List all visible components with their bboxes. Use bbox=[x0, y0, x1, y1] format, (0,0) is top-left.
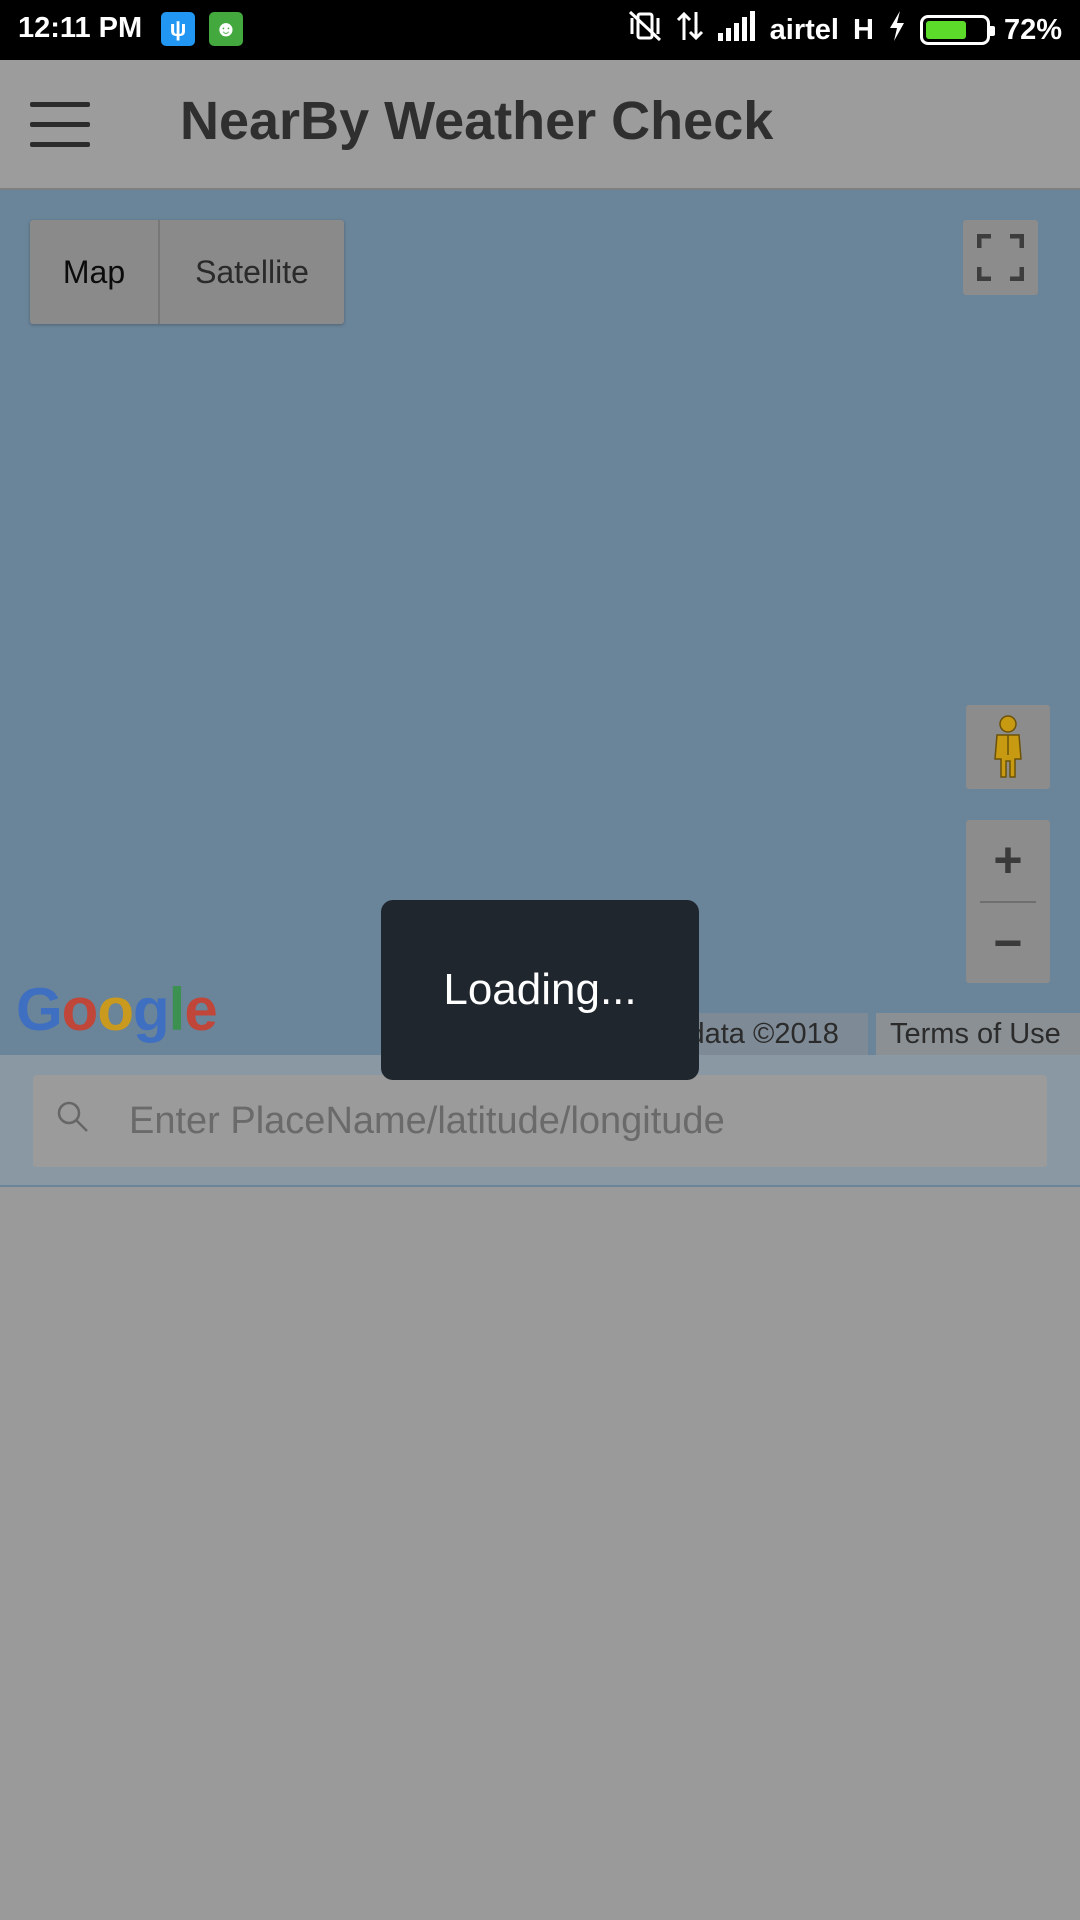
usb-notification-icon: ψ bbox=[161, 12, 195, 46]
zoom-control: + − bbox=[966, 820, 1050, 983]
signal-icon bbox=[717, 11, 756, 49]
search-input[interactable]: Enter PlaceName/latitude/longitude bbox=[129, 1075, 1029, 1167]
status-bar: 12:11 PM ψ ☻ airtel H 72% bbox=[0, 0, 1080, 60]
street-view-pegman-button[interactable] bbox=[966, 705, 1050, 789]
battery-icon bbox=[919, 15, 995, 45]
page-title: NearBy Weather Check bbox=[180, 91, 774, 151]
map-type-map-button[interactable]: Map bbox=[30, 220, 160, 324]
loading-toast: Loading... bbox=[381, 900, 699, 1080]
charging-bolt-icon bbox=[888, 11, 906, 49]
zoom-out-button[interactable]: − bbox=[966, 903, 1050, 983]
battery-percent: 72% bbox=[1003, 13, 1062, 46]
content-area bbox=[0, 1187, 1080, 1920]
zoom-in-button[interactable]: + bbox=[966, 820, 1050, 901]
map-type-control: Map Satellite bbox=[30, 220, 344, 324]
data-arrows-icon bbox=[676, 10, 704, 50]
status-time: 12:11 PM bbox=[18, 12, 143, 44]
map-type-satellite-button[interactable]: Satellite bbox=[160, 220, 344, 324]
app-bar: NearBy Weather Check bbox=[0, 60, 1080, 190]
pegman-icon bbox=[994, 715, 1022, 778]
google-logo: Google bbox=[16, 976, 218, 1043]
search-box[interactable]: Enter PlaceName/latitude/longitude bbox=[33, 1075, 1047, 1167]
status-right-group: airtel H 72% bbox=[628, 8, 1062, 52]
carrier-name: airtel bbox=[769, 13, 839, 46]
fullscreen-button[interactable] bbox=[963, 220, 1038, 295]
search-icon bbox=[57, 1101, 88, 1132]
battery-fill bbox=[925, 21, 967, 39]
terms-of-use-link[interactable]: Terms of Use bbox=[876, 1013, 1080, 1055]
android-notification-icon: ☻ bbox=[209, 12, 243, 46]
menu-icon[interactable] bbox=[30, 102, 90, 148]
fullscreen-icon bbox=[977, 234, 1024, 281]
vibrate-off-icon bbox=[628, 10, 662, 50]
network-type: H bbox=[853, 13, 874, 46]
